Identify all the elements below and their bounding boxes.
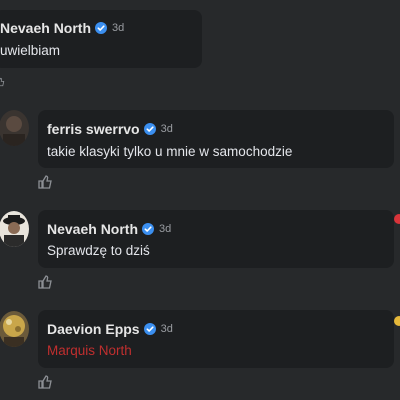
comment-bubble: ferris swerrvo 3d takie klasyki tylko u … (38, 110, 394, 168)
comment-time[interactable]: 3d (112, 22, 124, 34)
verified-badge-icon (143, 123, 156, 135)
thumbs-up-icon[interactable] (37, 374, 53, 390)
verified-badge-icon (143, 323, 156, 335)
reaction-icon[interactable] (394, 316, 400, 326)
user-mention-link[interactable]: Marquis North (47, 343, 132, 358)
thumbs-up-icon[interactable] (0, 77, 5, 87)
thumbs-up-icon[interactable] (37, 174, 53, 190)
comment-time[interactable]: 3d (159, 223, 171, 235)
comment-author[interactable]: Nevaeh North (0, 20, 91, 36)
avatar[interactable] (0, 110, 29, 146)
avatar[interactable] (0, 311, 29, 347)
verified-badge-icon (142, 223, 155, 235)
comment-bubble: Nevaeh North 3d uwielbiam (0, 10, 202, 68)
comment-author[interactable]: ferris swerrvo (47, 121, 140, 137)
comment-time[interactable]: 3d (161, 323, 173, 335)
comment-text: takie klasyki tylko u mnie w samochodzie (47, 144, 293, 159)
comment-time[interactable]: 3d (161, 123, 173, 135)
comment-text: uwielbiam (0, 43, 61, 58)
comment-bubble: Nevaeh North 3d Sprawdzę to dziś (38, 210, 394, 268)
avatar[interactable] (0, 211, 29, 247)
thumbs-up-icon[interactable] (37, 274, 53, 290)
reaction-icon[interactable] (394, 214, 400, 224)
comment-text: Sprawdzę to dziś (47, 243, 150, 258)
comment-author[interactable]: Daevion Epps (47, 321, 140, 337)
verified-badge-icon (95, 22, 108, 34)
comment-bubble: Daevion Epps 3d Marquis North (38, 310, 394, 368)
comment-author[interactable]: Nevaeh North (47, 221, 138, 237)
